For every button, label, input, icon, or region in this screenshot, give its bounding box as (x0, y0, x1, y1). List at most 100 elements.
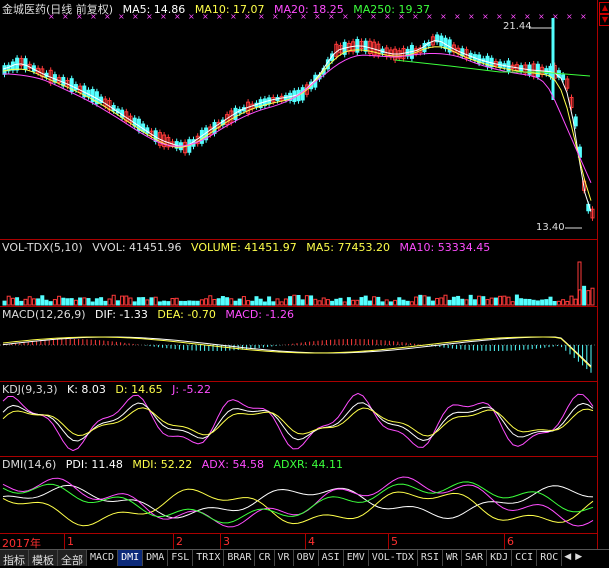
volume-bar (44, 299, 49, 306)
low-price-label: 13.40 (536, 222, 565, 233)
volume-bar (149, 297, 154, 306)
volume-bar (582, 285, 587, 306)
volume-bar (510, 301, 515, 306)
high-price-label: 21.44 (503, 21, 532, 32)
tab-all[interactable]: 全部 (58, 550, 87, 567)
tab-roc[interactable]: ROC (537, 550, 563, 566)
volume-bar (99, 297, 104, 306)
volume-bar (82, 297, 87, 306)
tab-dmi[interactable]: DMI (118, 550, 144, 566)
volume-bar (111, 294, 116, 306)
tab-indicators[interactable]: 指标 (0, 550, 29, 567)
volume-bar (6, 295, 11, 306)
volume-bar (397, 297, 402, 306)
tab-sar[interactable]: SAR (462, 550, 488, 566)
volume-bar (481, 296, 486, 306)
tab-cci[interactable]: CCI (512, 550, 538, 566)
vvol-value: VVOL: 41451.96 (92, 241, 182, 254)
volume-bar (162, 300, 167, 306)
volume-bar (141, 297, 146, 306)
volume-bar (334, 298, 339, 306)
adxr-line (2, 481, 594, 524)
volume-panel[interactable]: VOL-TDX(5,10) VVOL: 41451.96 VOLUME: 414… (0, 240, 597, 307)
volume-bar (346, 297, 351, 306)
volume-bar (225, 297, 230, 306)
right-scrollbar[interactable]: ▲ ▼ (597, 0, 609, 549)
volume-bar (237, 298, 242, 306)
volume-bar (367, 300, 372, 306)
j-value: J: -5.22 (172, 383, 212, 396)
tab-dma[interactable]: DMA (143, 550, 169, 566)
kdj-panel[interactable]: KDJ(9,3,3) K: 8.03 D: 14.65 J: -5.22 (0, 382, 597, 457)
price-chart-panel[interactable]: × × × × × × × × × × × × × × × × × × × × × × × × × × × × × × × × × × × × × × × … (0, 0, 597, 240)
volume-bar (309, 295, 314, 306)
volume-bar (241, 296, 246, 306)
event-marker-icon: × (454, 12, 461, 21)
tab-vr[interactable]: VR (275, 550, 294, 566)
candle-body (422, 42, 427, 53)
tab-asi[interactable]: ASI (319, 550, 344, 566)
volume-bar (15, 297, 20, 306)
event-marker-icon: × (496, 12, 503, 21)
chevron-up-icon[interactable]: ▲ (599, 2, 609, 14)
tab-macd[interactable]: MACD (87, 550, 119, 566)
volume-bar (376, 296, 381, 306)
volume-bar (94, 298, 99, 306)
volume-bar (485, 299, 490, 306)
tab-brar[interactable]: BRAR (224, 550, 256, 566)
kdj-indicator-name: KDJ(9,3,3) (2, 383, 58, 396)
tab-wr[interactable]: WR (443, 550, 463, 566)
event-marker-icon: × (510, 12, 517, 21)
volume-bar (435, 297, 440, 306)
ma250-value: MA250: 19.37 (353, 3, 430, 16)
tab-cr[interactable]: CR (255, 550, 275, 566)
volume-bar (464, 299, 469, 306)
volume-bar (556, 300, 561, 306)
volume-bar (447, 299, 452, 306)
volume-bar (498, 295, 503, 306)
volume-bar (426, 296, 431, 306)
volume-bar (296, 294, 301, 306)
volume-bar (124, 295, 129, 306)
tab-vol-tdx[interactable]: VOL-TDX (369, 550, 418, 566)
tab-kdj[interactable]: KDJ (487, 550, 513, 566)
date-label-3: 3 (223, 535, 230, 548)
volume-bar (174, 297, 179, 306)
volume-bar (136, 297, 141, 306)
volume-bar (40, 295, 45, 306)
tab-trix[interactable]: TRIX (193, 550, 225, 566)
macd-panel[interactable]: MACD(12,26,9) DIF: -1.33 DEA: -0.70 MACD… (0, 307, 597, 382)
dmi-panel[interactable]: DMI(14,6) PDI: 11.48 MDI: 52.22 ADX: 54.… (0, 457, 597, 532)
tab-templates[interactable]: 模板 (29, 550, 58, 567)
volume-bar (451, 296, 456, 306)
volume-bar (271, 301, 276, 306)
macd-value: MACD: -1.26 (225, 308, 294, 321)
volume-bar (212, 298, 217, 306)
tab-rsi[interactable]: RSI (418, 550, 443, 566)
volume-bar (267, 296, 272, 306)
macd-legend: MACD(12,26,9) DIF: -1.33 DEA: -0.70 MACD… (2, 308, 300, 321)
volume-indicator-name: VOL-TDX(5,10) (2, 241, 83, 254)
volume-bar (23, 298, 28, 306)
volume-bar (36, 298, 41, 306)
tab-emv[interactable]: EMV (344, 550, 369, 566)
tab-obv[interactable]: OBV (294, 550, 319, 566)
pdi-line (2, 484, 594, 520)
volume-bar (342, 301, 347, 306)
volume-bar (351, 299, 356, 306)
candle-body (561, 74, 566, 81)
volume-bar (31, 298, 36, 306)
volume-bar (401, 299, 406, 306)
volume-bar (300, 299, 305, 306)
triangle-right-icon[interactable]: ▶ (573, 550, 584, 568)
candlestick-chart[interactable]: × × × × × × × × × × × × × × × × × × × × × × × × × × × × × × × × × × × × × × × (0, 0, 597, 239)
chevron-down-icon[interactable]: ▼ (599, 14, 609, 26)
tab-fsl[interactable]: FSL (168, 550, 194, 566)
volume-bar (430, 300, 435, 306)
volume-bar (283, 298, 288, 306)
triangle-left-icon[interactable]: ◀ (562, 550, 573, 568)
volume-bar (468, 294, 473, 306)
volume-bar (456, 295, 461, 306)
adxr-value: ADXR: 44.11 (273, 458, 343, 471)
event-marker-icon: × (566, 12, 573, 21)
